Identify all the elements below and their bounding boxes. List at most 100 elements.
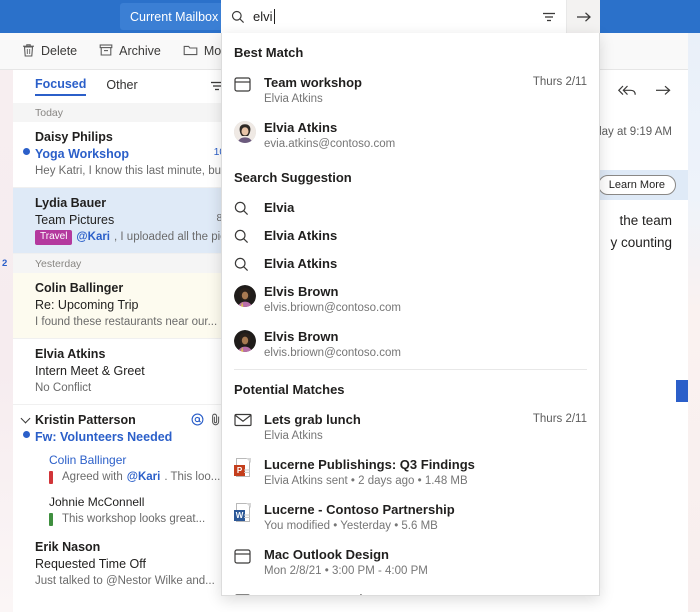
mention-at-icon xyxy=(191,413,204,431)
rail-unread-count: 2 xyxy=(2,258,8,269)
message-list-item[interactable]: Daisy Philips Yoga Workshop Hey Katri, I… xyxy=(13,122,240,188)
right-edge-gradient xyxy=(688,33,700,612)
calendar-event-icon xyxy=(234,546,264,564)
section-heading-search-suggestion: Search Suggestion xyxy=(234,170,352,185)
delete-button[interactable]: Delete xyxy=(22,43,77,60)
reply-all-arrow-icon[interactable] xyxy=(617,84,637,103)
day-group-header: Yesterday xyxy=(13,254,240,273)
folder-icon xyxy=(183,43,198,59)
suggestion-title: Elvis Brown xyxy=(264,284,339,299)
suggestion-title: Elvia xyxy=(264,199,295,215)
thread-child-item[interactable]: Colin Ballinger Agreed with @Kari. This … xyxy=(13,448,240,490)
forward-arrow-icon[interactable] xyxy=(655,84,672,103)
search-suggestions-dropdown: Best Match Team workshop Elvia Atkins Th… xyxy=(221,33,600,596)
suggestion-title: Lucerne Publishings: Q3 Findings xyxy=(264,457,475,472)
suggestion-title: Lets grab lunch xyxy=(264,412,361,427)
suggestion-row-email[interactable]: Lets grab lunch Elvia Atkins Thurs 2/11 xyxy=(222,405,599,450)
preview-text-before: Agreed with xyxy=(62,471,123,483)
message-sender: Lydia Bauer xyxy=(35,196,107,210)
delete-label: Delete xyxy=(41,44,78,58)
search-icon xyxy=(234,255,264,272)
message-subject: Yoga Workshop xyxy=(35,147,129,161)
archive-label: Archive xyxy=(119,44,161,58)
archive-box-icon xyxy=(99,43,113,60)
section-heading-potential-matches: Potential Matches xyxy=(234,382,345,397)
suggestion-row-query[interactable]: Elvia Atkins xyxy=(222,221,599,249)
suggestion-title: Mac Outlook Design xyxy=(264,547,389,562)
outlook-window: Current Mailbox elvi Delete Archive Move… xyxy=(0,0,700,612)
search-input[interactable]: elvi xyxy=(253,9,532,24)
search-input-value: elvi xyxy=(253,9,273,24)
unread-indicator xyxy=(23,148,30,155)
message-preview: Just talked to @Nestor Wilke and... xyxy=(35,575,215,587)
suggestion-row-event[interactable]: Team workshop Elvia Atkins Thurs 2/11 xyxy=(222,68,599,113)
suggestion-meta: Thurs 2/11 xyxy=(532,413,587,425)
message-list-pivot: Focused Other xyxy=(13,70,240,103)
message-preview: This workshop looks great... xyxy=(49,511,232,527)
suggestion-subtitle: Elvia Atkins xyxy=(264,93,323,105)
suggestion-row-file[interactable]: W Lucerne - Contoso Partnership You modi… xyxy=(222,495,599,540)
message-subject: Intern Meet & Greet xyxy=(35,364,145,378)
search-submit-arrow-icon[interactable] xyxy=(566,0,600,33)
suggestion-subtitle: Elvia Atkins xyxy=(264,430,323,442)
suggestion-meta: Thurs 2/11 xyxy=(532,76,587,88)
message-sender: Johnie McConnell xyxy=(49,495,145,509)
suggestion-title: Mac Team Meeting xyxy=(264,591,587,595)
thread-child-item[interactable]: Johnie McConnell This workshop looks gre… xyxy=(13,490,240,532)
search-filter-icon[interactable] xyxy=(532,0,566,33)
color-bar xyxy=(49,512,53,526)
powerpoint-file-icon: P xyxy=(234,456,264,478)
mailbox-scope-label: Current Mailbox xyxy=(130,9,219,24)
suggestion-row-person[interactable]: Elvia Atkins evia.atkins@contoso.com xyxy=(222,113,599,158)
suggestion-subtitle: elvis.briown@contoso.com xyxy=(264,347,401,359)
message-preview: I found these restaurants near our... xyxy=(35,316,218,328)
message-thread-header[interactable]: Kristin Patterson Fw: Volunteers Needed … xyxy=(13,405,240,448)
category-tag-travel: Travel xyxy=(35,229,73,245)
suggestion-row-event[interactable]: Mac Outlook Design Mon 2/8/21 • 3:00 PM … xyxy=(222,540,599,585)
message-list-item[interactable]: Erik Nason Requested Time Off Just talke… xyxy=(13,532,240,597)
body-accent-stripe xyxy=(676,380,688,402)
archive-button[interactable]: Archive xyxy=(99,43,161,60)
trash-icon xyxy=(22,43,35,60)
folder-rail[interactable]: 2 xyxy=(0,70,13,612)
message-list-item[interactable]: Colin Ballinger Re: Upcoming Trip I foun… xyxy=(13,273,240,339)
search-icon xyxy=(234,199,264,216)
suggestion-row-query[interactable]: Elvia xyxy=(222,193,599,221)
tab-focused[interactable]: Focused xyxy=(35,77,87,96)
message-sender: Daisy Philips xyxy=(35,130,113,144)
suggestion-title: Team workshop xyxy=(264,75,363,90)
message-preview: No Conflict xyxy=(35,382,92,394)
calendar-event-icon xyxy=(234,591,264,595)
envelope-icon xyxy=(234,411,264,427)
person-avatar-icon xyxy=(234,328,264,352)
message-list-item[interactable]: Lydia Bauer Team Pictures Travel @Kari, … xyxy=(13,188,240,254)
suggestion-title: Elvia Atkins xyxy=(264,255,338,271)
color-bar xyxy=(49,470,53,484)
message-sender: Colin Ballinger xyxy=(49,453,127,467)
mention-token: @Kari xyxy=(76,231,111,243)
suggestion-subtitle: evia.atkins@contoso.com xyxy=(264,138,396,150)
message-sender: Colin Ballinger xyxy=(35,281,124,295)
preview-text: This workshop looks great... xyxy=(62,513,206,525)
learn-more-button[interactable]: Learn More xyxy=(597,175,676,195)
suggestion-row-file[interactable]: P Lucerne Publishings: Q3 Findings Elvia… xyxy=(222,450,599,495)
message-preview: Agreed with @Kari. This loo... xyxy=(49,469,232,485)
section-heading-best-match: Best Match xyxy=(234,45,304,60)
suggestion-row-person[interactable]: Elvis Brown elvis.briown@contoso.com xyxy=(222,322,599,367)
suggestion-row-event[interactable]: Mac Team Meeting Tues 2/9/21 • 10:00 AM … xyxy=(222,585,599,595)
message-list-item[interactable]: Elvia Atkins Intern Meet & Greet No Conf… xyxy=(13,339,240,405)
search-icon xyxy=(231,10,245,24)
calendar-event-icon xyxy=(234,74,264,92)
suggestion-row-query[interactable]: Elvia Atkins xyxy=(222,249,599,277)
suggestion-row-person[interactable]: Elvis Brown elvis.briown@contoso.com xyxy=(222,277,599,322)
suggestion-title: Elvia Atkins xyxy=(264,227,338,243)
search-box[interactable]: elvi xyxy=(221,0,600,33)
suggestion-subtitle: You modified • Yesterday • 5.6 MB xyxy=(264,520,438,532)
chevron-down-icon[interactable] xyxy=(22,415,31,424)
suggestion-subtitle: Elvia Atkins sent • 2 days ago • 1.48 MB xyxy=(264,475,468,487)
message-sender: Erik Nason xyxy=(35,540,101,554)
message-subject: Team Pictures xyxy=(35,213,115,227)
tab-other[interactable]: Other xyxy=(106,78,137,95)
text-caret xyxy=(273,9,275,24)
suggestion-title: Elvia Atkins xyxy=(264,120,338,135)
